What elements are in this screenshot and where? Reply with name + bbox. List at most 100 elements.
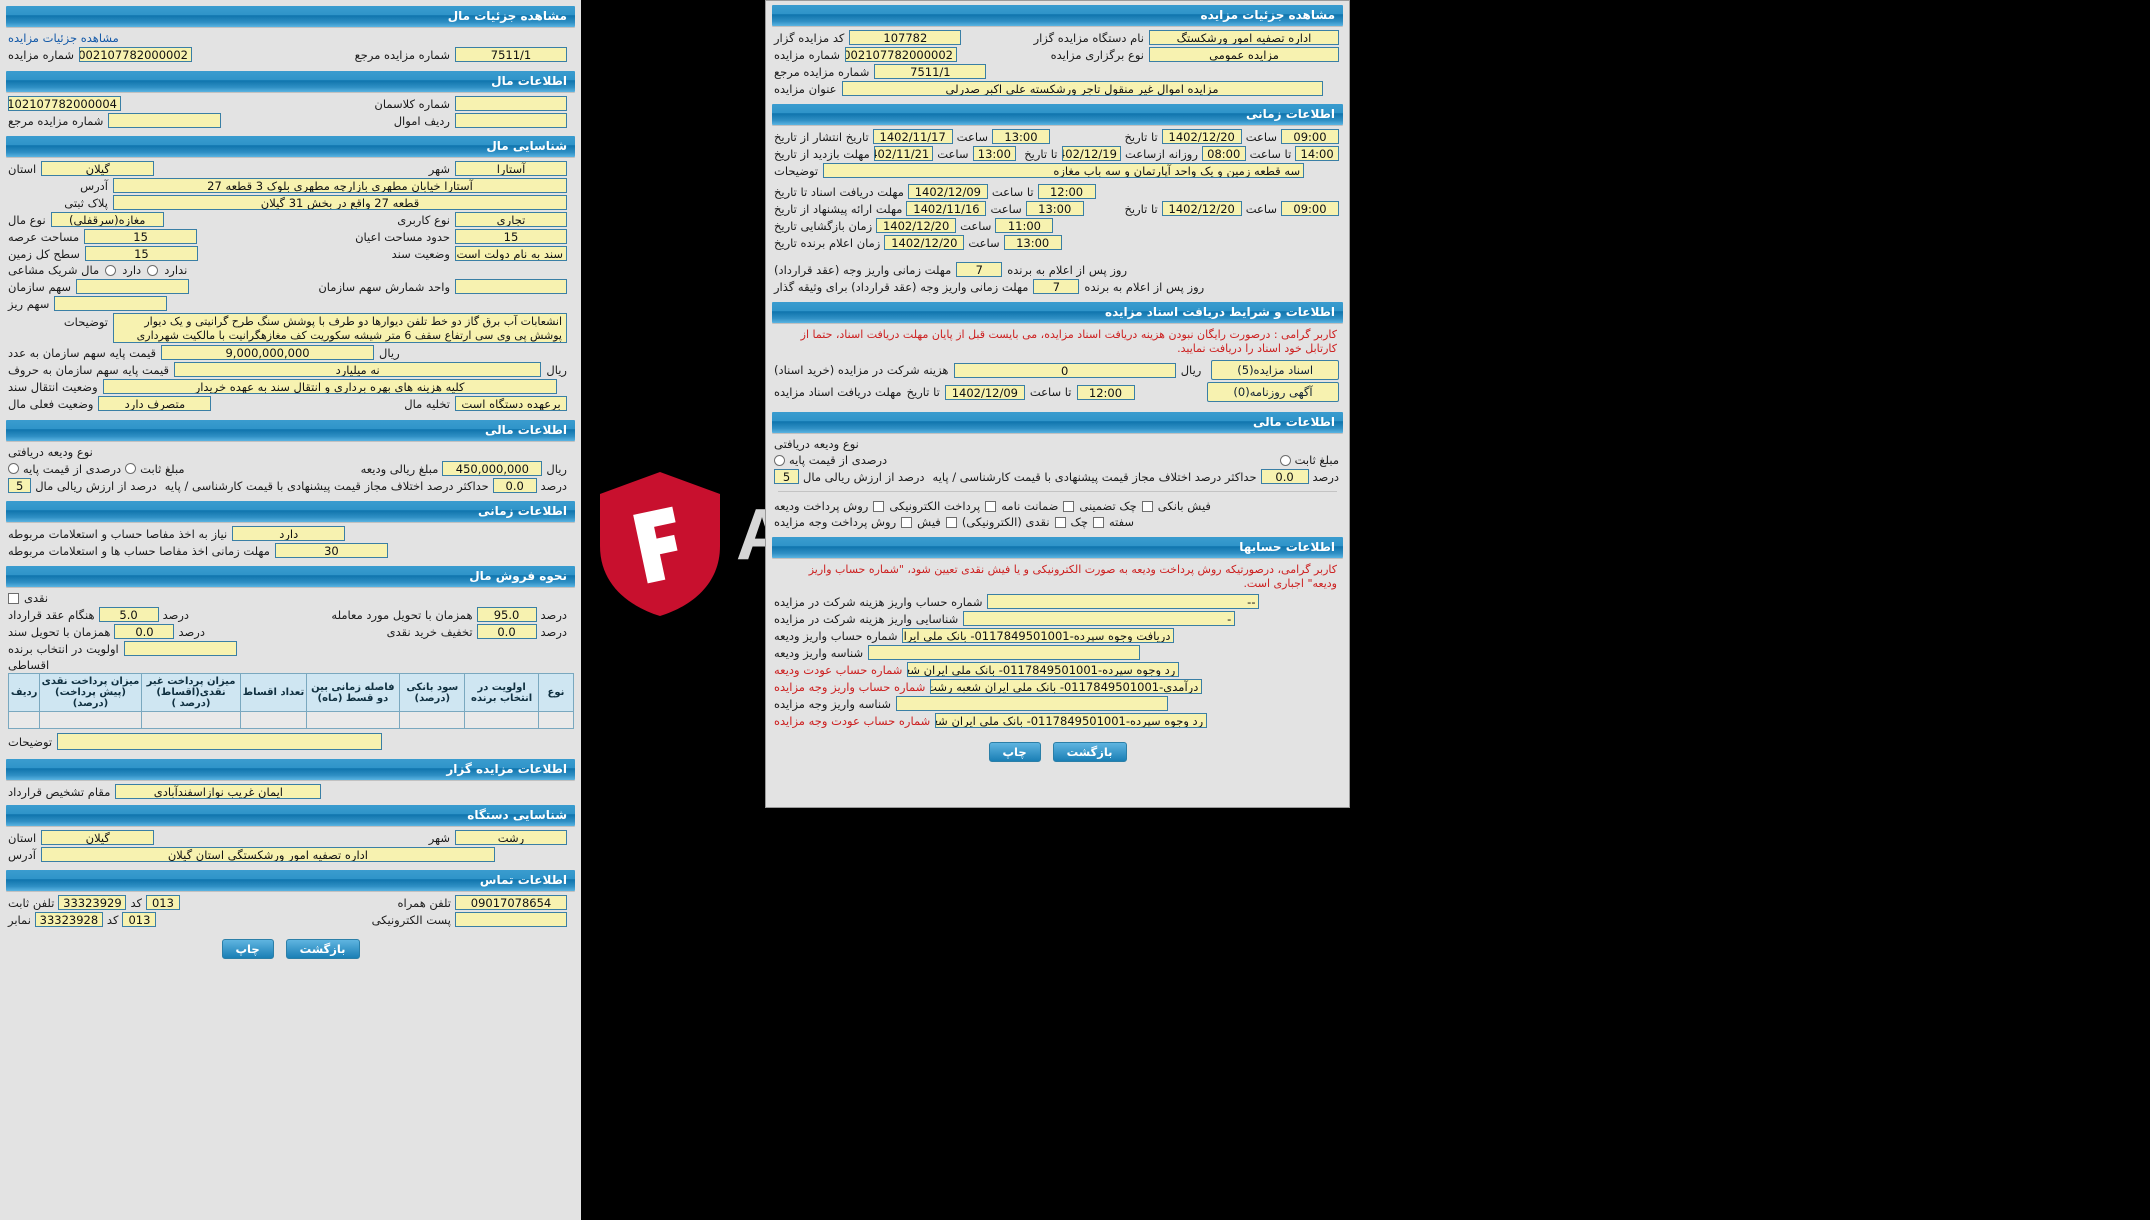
visit-from-field[interactable]: 1402/11/21 bbox=[873, 146, 934, 161]
auction-code-field[interactable]: 107782 bbox=[849, 30, 962, 45]
publish-from-time-field[interactable]: 13:00 bbox=[991, 129, 1050, 144]
visit-notes-field[interactable]: سه قطعه زمین و یک واحد آپارتمان و سه باب… bbox=[823, 163, 1305, 178]
auction-pay-checkbox-1[interactable] bbox=[901, 516, 913, 528]
landline-number-field[interactable]: 33323929 bbox=[58, 895, 127, 910]
clearance-field[interactable]: دارد bbox=[232, 526, 346, 541]
agency-province-field[interactable]: گیلان bbox=[41, 830, 155, 845]
newspaper-ad-button[interactable]: آگهی روزنامه(0) bbox=[1207, 382, 1339, 402]
doc-receive-time-field[interactable]: 12:00 bbox=[1037, 184, 1096, 199]
deposit-method-checkbox-4[interactable] bbox=[1141, 500, 1153, 512]
city-field[interactable]: آستارا bbox=[455, 161, 567, 176]
winner-date-field[interactable]: 1402/12/20 bbox=[884, 235, 965, 250]
visit-daily-from-field[interactable]: 08:00 bbox=[1201, 146, 1246, 161]
base-price-words-field[interactable]: نه میلیارد bbox=[173, 362, 542, 377]
fax-number-field[interactable]: 33323928 bbox=[34, 912, 103, 927]
max-diff-field[interactable]: 0.0 bbox=[492, 478, 537, 493]
modal-percent-of-value-field[interactable]: 5 bbox=[774, 469, 799, 484]
at-contract-field[interactable]: 5.0 bbox=[98, 607, 159, 622]
joint-owner-hasnot-radio[interactable] bbox=[147, 264, 159, 276]
offer-from-time-field[interactable]: 13:00 bbox=[1025, 201, 1084, 216]
account-value-5[interactable]: درآمدی-0117849501001- بانک ملی ایران شعب… bbox=[930, 679, 1203, 694]
modal-fixed-amount-radio[interactable] bbox=[1279, 454, 1291, 466]
usage-field[interactable]: تجاری bbox=[455, 212, 567, 227]
building-area-field[interactable]: 15 bbox=[455, 229, 567, 244]
address-field[interactable]: آستارا خیابان مطهری بازارچه مطهری بلوک 3… bbox=[113, 178, 567, 193]
priority-field[interactable] bbox=[123, 641, 237, 656]
modal-max-diff-field[interactable]: 0.0 bbox=[1260, 469, 1309, 484]
modal-ref-number-field[interactable]: 7511/1 bbox=[874, 64, 987, 79]
landline-code-field[interactable]: 013 bbox=[145, 895, 180, 910]
visit-to-field[interactable]: 1402/12/19 bbox=[1061, 146, 1121, 161]
offer-to-time-field[interactable]: 09:00 bbox=[1281, 201, 1339, 216]
email-field[interactable] bbox=[455, 912, 567, 927]
winner-time-field[interactable]: 13:00 bbox=[1003, 235, 1062, 250]
ref-auction-number-field[interactable]: 7511/1 bbox=[455, 47, 567, 62]
joint-owner-has-radio[interactable] bbox=[105, 264, 117, 276]
at-doc-field[interactable]: 0.0 bbox=[114, 624, 175, 639]
doc-receive-field[interactable]: 1402/12/09 bbox=[907, 184, 988, 199]
eviction-field[interactable]: برعهده دستگاه است bbox=[455, 396, 567, 411]
view-auction-details-link[interactable]: مشاهده جزئیات مزایده bbox=[8, 31, 119, 45]
modal-print-button[interactable]: چاپ bbox=[988, 742, 1041, 762]
print-button[interactable]: چاپ bbox=[221, 939, 274, 959]
land-total-field[interactable]: 15 bbox=[84, 246, 198, 261]
fax-code-field[interactable]: 013 bbox=[122, 912, 157, 927]
participation-fee-field[interactable]: 0 bbox=[953, 362, 1176, 378]
account-value-4[interactable]: رد وجوه سپرده-0117849501001- بانک ملی ای… bbox=[907, 662, 1180, 677]
property-row-field[interactable] bbox=[455, 113, 567, 128]
doc-deadline-date-field[interactable]: 1402/12/09 bbox=[944, 384, 1025, 400]
class-number-right-field[interactable]: 2102107782000004 bbox=[8, 96, 121, 111]
clearance-days-field[interactable]: 30 bbox=[274, 543, 388, 558]
installment-notes-field[interactable] bbox=[57, 733, 383, 750]
deposit-method-checkbox-1[interactable] bbox=[873, 500, 885, 512]
property-type-field[interactable]: مغازه(سرقفلی) bbox=[50, 212, 164, 227]
modal-auction-number-field[interactable]: 2002107782000002 bbox=[845, 47, 957, 62]
auction-title-field[interactable]: مزایده اموال غیر منقول تاجر ورشکسته علی … bbox=[841, 81, 1323, 96]
modal-percent-of-base-radio[interactable] bbox=[774, 454, 785, 466]
pay-deadline-field[interactable]: 7 bbox=[956, 262, 1003, 277]
back-button[interactable]: بازگشت bbox=[285, 939, 360, 959]
deposit-method-checkbox-3[interactable] bbox=[1063, 500, 1075, 512]
visit-daily-to-field[interactable]: 14:00 bbox=[1295, 146, 1339, 161]
deposit-method-checkbox-2[interactable] bbox=[985, 500, 997, 512]
auction-documents-button[interactable]: اسناد مزایده(5) bbox=[1211, 360, 1339, 380]
account-value-3[interactable] bbox=[868, 645, 1141, 660]
province-field[interactable]: گیلان bbox=[41, 161, 155, 176]
account-value-6[interactable] bbox=[896, 696, 1169, 711]
account-value-1[interactable]: - bbox=[963, 611, 1236, 626]
agency-city-field[interactable]: رشت bbox=[455, 830, 567, 845]
auction-pay-checkbox-3[interactable] bbox=[1054, 516, 1066, 528]
officer-field[interactable]: ایمان غریب نوازاسفندآبادی bbox=[115, 784, 322, 799]
doc-status-field[interactable]: سند به نام دولت است bbox=[455, 246, 567, 261]
auction-number-field[interactable]: 2002107782000002 bbox=[79, 47, 192, 62]
publish-from-field[interactable]: 1402/11/17 bbox=[872, 129, 953, 144]
org-share-field[interactable] bbox=[76, 279, 190, 294]
percent-of-base-radio[interactable] bbox=[8, 463, 19, 474]
auction-pay-checkbox-4[interactable] bbox=[1092, 516, 1104, 528]
pay-deadline2-field[interactable]: 7 bbox=[1033, 279, 1080, 294]
agency-name-field[interactable]: اداره تصفیه امور ورشکستگ bbox=[1149, 30, 1339, 45]
share-unit-field[interactable] bbox=[455, 279, 567, 294]
mobile-field[interactable]: 09017078654 bbox=[455, 895, 567, 910]
percent-of-value-field[interactable]: 5 bbox=[8, 478, 32, 493]
base-price-field[interactable]: 9,000,000,000 bbox=[161, 345, 375, 360]
publish-to-field[interactable]: 1402/12/20 bbox=[1161, 129, 1242, 144]
visit-from-time-field[interactable]: 13:00 bbox=[972, 146, 1017, 161]
property-notes-field[interactable]: انشعابات آب برق گاز دو خط تلفن دیوارها د… bbox=[113, 313, 567, 343]
area-field[interactable]: 15 bbox=[84, 229, 198, 244]
offer-to-field[interactable]: 1402/12/20 bbox=[1161, 201, 1242, 216]
auction-type-field[interactable]: مزایده عمومی bbox=[1149, 47, 1339, 62]
fixed-amount-radio[interactable] bbox=[125, 463, 137, 474]
offer-from-field[interactable]: 1402/11/16 bbox=[906, 201, 987, 216]
transfer-cost-field[interactable]: کلیه هزینه های بهره برداری و انتقال سند … bbox=[102, 379, 557, 394]
cash-checkbox[interactable] bbox=[8, 592, 19, 604]
at-delivery-field[interactable]: 95.0 bbox=[476, 607, 537, 622]
ref-number-field[interactable] bbox=[108, 113, 222, 128]
plaque-field[interactable]: قطعه 27 واقع در بخش 31 گیلان bbox=[113, 195, 567, 210]
current-status-field[interactable]: متصرف دارد bbox=[98, 396, 212, 411]
doc-deadline-time-field[interactable]: 12:00 bbox=[1076, 384, 1135, 400]
cash-discount-field[interactable]: 0.0 bbox=[476, 624, 537, 639]
agency-address-field[interactable]: اداره تصفیه امور ورشکستگی استان گیلان bbox=[40, 847, 495, 862]
account-value-7[interactable]: رد وجوه سپرده-0117849501001- بانک ملی ای… bbox=[935, 713, 1208, 728]
open-date-field[interactable]: 1402/12/20 bbox=[876, 218, 957, 233]
